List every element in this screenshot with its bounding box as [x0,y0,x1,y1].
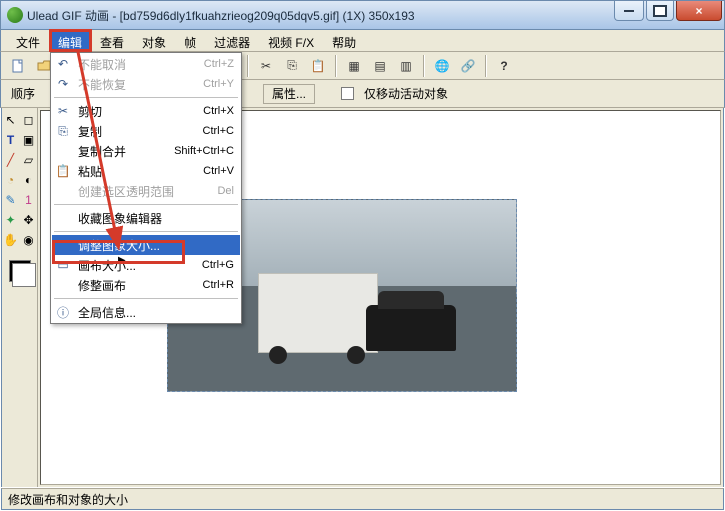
toolbar-separator [335,55,337,77]
close-button[interactable]: × [676,1,722,21]
status-text: 修改画布和对象的大小 [8,491,128,508]
crop-tool[interactable]: ▣ [21,132,37,148]
menu-item-剪切[interactable]: ✂剪切Ctrl+X [52,101,240,121]
help-button[interactable]: ? [493,55,515,77]
brush-tool[interactable]: ╱ [3,152,19,168]
menu-编辑[interactable]: 编辑 [49,30,91,51]
menu-item-icon: ▭ [52,258,74,272]
sequence-label: 顺序 [7,85,39,102]
gradient-tool[interactable]: ◐ [21,172,37,188]
move-active-only-label: 仅移动活动对象 [364,85,448,102]
menu-item-shortcut: Ctrl+R [195,279,234,291]
menu-item-shortcut: Ctrl+X [195,105,234,117]
tool-button[interactable]: ▥ [395,55,417,77]
menu-item-全局信息...[interactable]: ⓘ全局信息... [52,302,240,322]
tool-palette: ↖◻ T▣ ╱▱ ◔◐ ✎1 ✦✥ ✋◉ [2,108,38,487]
move-tool[interactable]: ✥ [21,212,37,228]
menu-文件[interactable]: 文件 [7,30,49,51]
menu-item-label: 调整图象大小... [74,237,234,254]
title-bar: Ulead GIF 动画 - [bd759d6dly1fkuahzrieog20… [0,0,725,30]
menu-item-shortcut: Ctrl+C [195,125,234,137]
menu-对象[interactable]: 对象 [133,30,175,51]
menu-item-不能取消: ↶不能取消Ctrl+Z [52,54,240,74]
copy-button[interactable]: ⎘ [281,55,303,77]
menu-item-icon: 📋 [52,164,74,178]
shape-tool[interactable]: ◻ [21,112,37,128]
cut-button[interactable]: ✂ [255,55,277,77]
color-swatch[interactable] [9,260,31,282]
magic-tool[interactable]: ✦ [3,212,19,228]
toolbar-separator [485,55,487,77]
menu-item-label: 全局信息... [74,304,234,321]
menu-bar: 文件编辑查看对象帧过滤器视频 F/X帮助 [0,30,725,52]
menu-item-shortcut: Ctrl+V [195,165,234,177]
menu-item-shortcut: Ctrl+Y [195,78,234,90]
menu-item-label: 修整画布 [74,277,195,294]
menu-item-label: 粘贴 [74,163,195,180]
app-icon [7,7,23,23]
menu-查看[interactable]: 查看 [91,30,133,51]
misc-tool[interactable]: ◉ [21,232,37,248]
status-bar: 修改画布和对象的大小 [1,488,724,510]
menu-item-icon: ↷ [52,77,74,91]
menu-视频 F/X[interactable]: 视频 F/X [259,30,323,51]
menu-item-收藏图象编辑器[interactable]: 收藏图象编辑器▶ [52,208,240,228]
menu-item-shortcut: Del [209,185,234,197]
hand-tool[interactable]: ✋ [3,232,19,248]
menu-item-shortcut: Ctrl+G [194,259,234,271]
toolbar-separator [423,55,425,77]
maximize-button[interactable] [646,1,674,21]
zoom-tool[interactable]: 1 [21,192,37,208]
menu-item-调整图象大小...[interactable]: 调整图象大小... [52,235,240,255]
toolbar-separator [247,55,249,77]
menu-separator [54,298,238,299]
menu-item-icon: ✂ [52,104,74,118]
menu-item-粘贴[interactable]: 📋粘贴Ctrl+V [52,161,240,181]
edit-menu-dropdown: ↶不能取消Ctrl+Z↷不能恢复Ctrl+Y✂剪切Ctrl+X⎘复制Ctrl+C… [50,52,242,324]
tool-button[interactable]: ▤ [369,55,391,77]
picker-tool[interactable]: ✎ [3,192,19,208]
menu-item-复制合并[interactable]: 复制合并Shift+Ctrl+C [52,141,240,161]
text-tool[interactable]: T [3,132,19,148]
web-button[interactable]: 🌐 [431,55,453,77]
menu-item-label: 剪切 [74,103,195,120]
menu-item-label: 不能恢复 [74,76,195,93]
menu-帧[interactable]: 帧 [175,30,205,51]
menu-item-label: 创建选区透明范围 [74,183,209,200]
link-button[interactable]: 🔗 [457,55,479,77]
menu-item-shortcut: Ctrl+Z [196,58,234,70]
menu-帮助[interactable]: 帮助 [323,30,365,51]
pointer-tool[interactable]: ↖ [3,112,19,128]
menu-item-创建选区透明范围: 创建选区透明范围Del [52,181,240,201]
menu-item-label: 复制 [74,123,195,140]
fill-tool[interactable]: ◔ [3,172,19,188]
minimize-button[interactable] [614,1,644,21]
properties-button[interactable]: 属性... [263,84,315,104]
menu-item-画布大小...[interactable]: ▭画布大小...Ctrl+G [52,255,240,275]
paste-button[interactable]: 📋 [307,55,329,77]
new-button[interactable] [7,55,29,77]
menu-separator [54,97,238,98]
window-title: Ulead GIF 动画 - [bd759d6dly1fkuahzrieog20… [27,7,415,24]
menu-item-label: 不能取消 [74,56,196,73]
menu-过滤器[interactable]: 过滤器 [205,30,259,51]
menu-item-shortcut: Shift+Ctrl+C [166,145,234,157]
menu-separator [54,204,238,205]
menu-item-label: 复制合并 [74,143,166,160]
menu-item-label: 收藏图象编辑器 [74,210,234,227]
menu-item-修整画布[interactable]: 修整画布Ctrl+R [52,275,240,295]
window-buttons: × [612,1,722,21]
menu-item-icon: ⓘ [52,304,74,321]
menu-separator [54,231,238,232]
properties-label: 属性... [272,85,306,102]
menu-item-复制[interactable]: ⎘复制Ctrl+C [52,121,240,141]
eraser-tool[interactable]: ▱ [21,152,37,168]
menu-item-icon: ⎘ [52,124,74,139]
menu-item-不能恢复: ↷不能恢复Ctrl+Y [52,74,240,94]
menu-item-icon: ↶ [52,57,74,71]
tool-button[interactable]: ▦ [343,55,365,77]
menu-item-label: 画布大小... [74,257,194,274]
move-active-only-checkbox[interactable] [341,87,354,100]
